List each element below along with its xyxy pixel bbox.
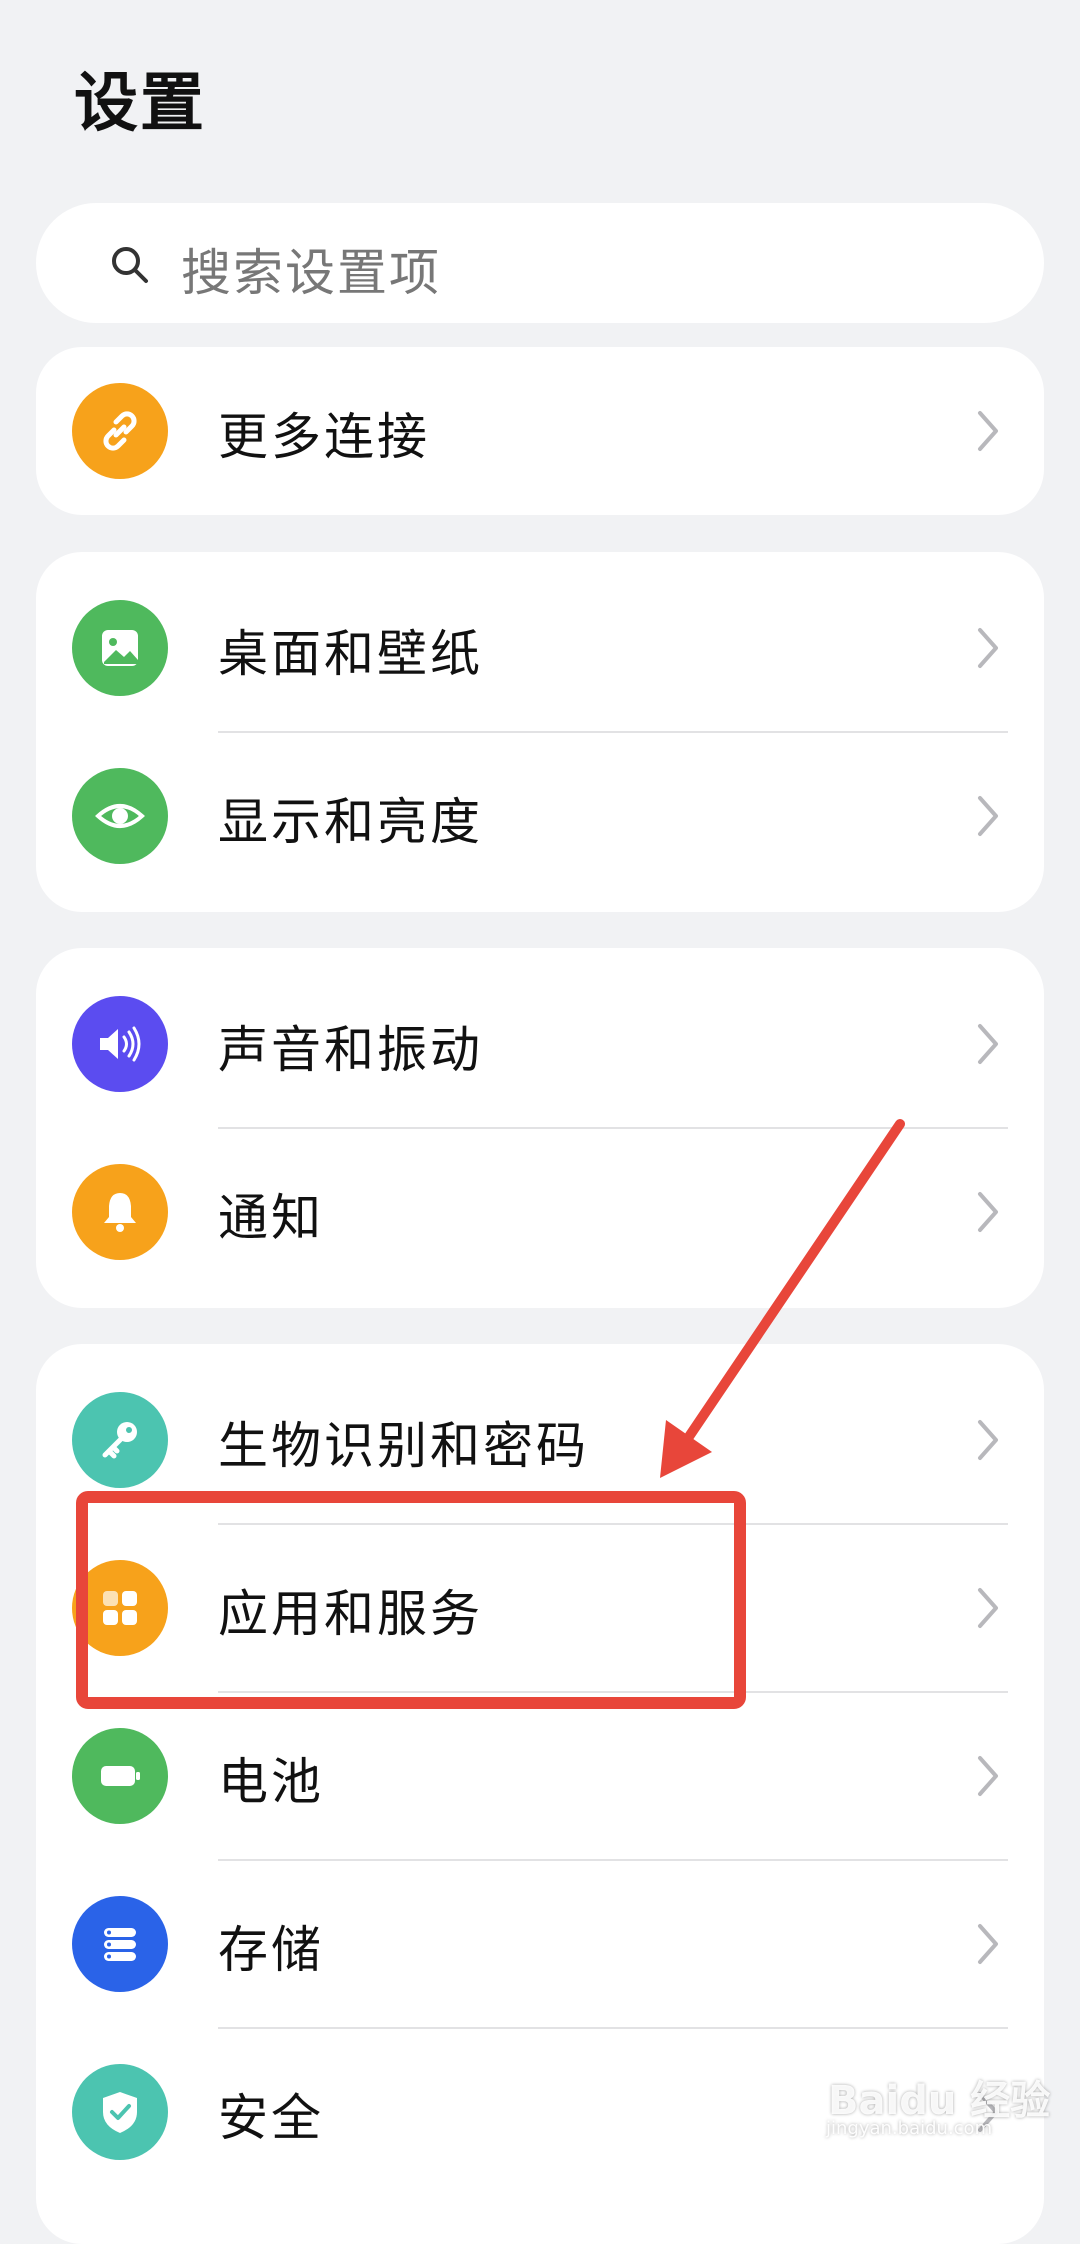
setting-label: 更多连接 [218, 408, 430, 466]
apps-grid-icon [72, 1560, 168, 1656]
settings-group-connections: 更多连接 [36, 347, 1044, 515]
settings-group-sound: 声音和振动 通知 [36, 948, 1044, 1308]
setting-item-more-connections[interactable]: 更多连接 [36, 347, 1044, 515]
chevron-right-icon [978, 411, 998, 451]
image-icon [72, 600, 168, 696]
watermark-url: jingyan.baidu.com [826, 2118, 993, 2139]
chevron-right-icon [978, 1420, 998, 1460]
chevron-right-icon [978, 628, 998, 668]
setting-label: 安全 [218, 2089, 324, 2147]
setting-label: 电池 [218, 1753, 324, 1811]
setting-label: 通知 [218, 1189, 324, 1247]
setting-item-biometrics-password[interactable]: 生物识别和密码 [36, 1356, 1044, 1524]
setting-item-apps-services[interactable]: 应用和服务 [36, 1524, 1044, 1692]
setting-item-display-brightness[interactable]: 显示和亮度 [36, 732, 1044, 900]
storage-icon [72, 1896, 168, 1992]
link-icon [72, 383, 168, 479]
search-bar[interactable]: 搜索设置项 [36, 203, 1044, 323]
setting-label: 桌面和壁纸 [218, 625, 483, 683]
key-icon [72, 1392, 168, 1488]
setting-item-battery[interactable]: 电池 [36, 1692, 1044, 1860]
chevron-right-icon [978, 1756, 998, 1796]
search-icon [112, 247, 148, 283]
speaker-icon [72, 996, 168, 1092]
chevron-right-icon [978, 1588, 998, 1628]
setting-label: 声音和振动 [218, 1021, 483, 1079]
battery-icon [72, 1728, 168, 1824]
setting-item-desktop-wallpaper[interactable]: 桌面和壁纸 [36, 564, 1044, 732]
chevron-right-icon [978, 796, 998, 836]
setting-label: 存储 [218, 1921, 324, 1979]
chevron-right-icon [978, 1924, 998, 1964]
setting-item-notifications[interactable]: 通知 [36, 1128, 1044, 1296]
page-title: 设置 [74, 67, 206, 141]
setting-label: 生物识别和密码 [218, 1417, 589, 1475]
shield-icon [72, 2064, 168, 2160]
bell-icon [72, 1164, 168, 1260]
setting-label: 应用和服务 [218, 1585, 483, 1643]
search-placeholder: 搜索设置项 [181, 244, 441, 302]
setting-item-storage[interactable]: 存储 [36, 1860, 1044, 2028]
chevron-right-icon [978, 1192, 998, 1232]
eye-icon [72, 768, 168, 864]
settings-group-display: 桌面和壁纸 显示和亮度 [36, 552, 1044, 912]
chevron-right-icon [978, 1024, 998, 1064]
setting-label: 显示和亮度 [218, 793, 483, 851]
setting-item-sound-vibration[interactable]: 声音和振动 [36, 960, 1044, 1128]
